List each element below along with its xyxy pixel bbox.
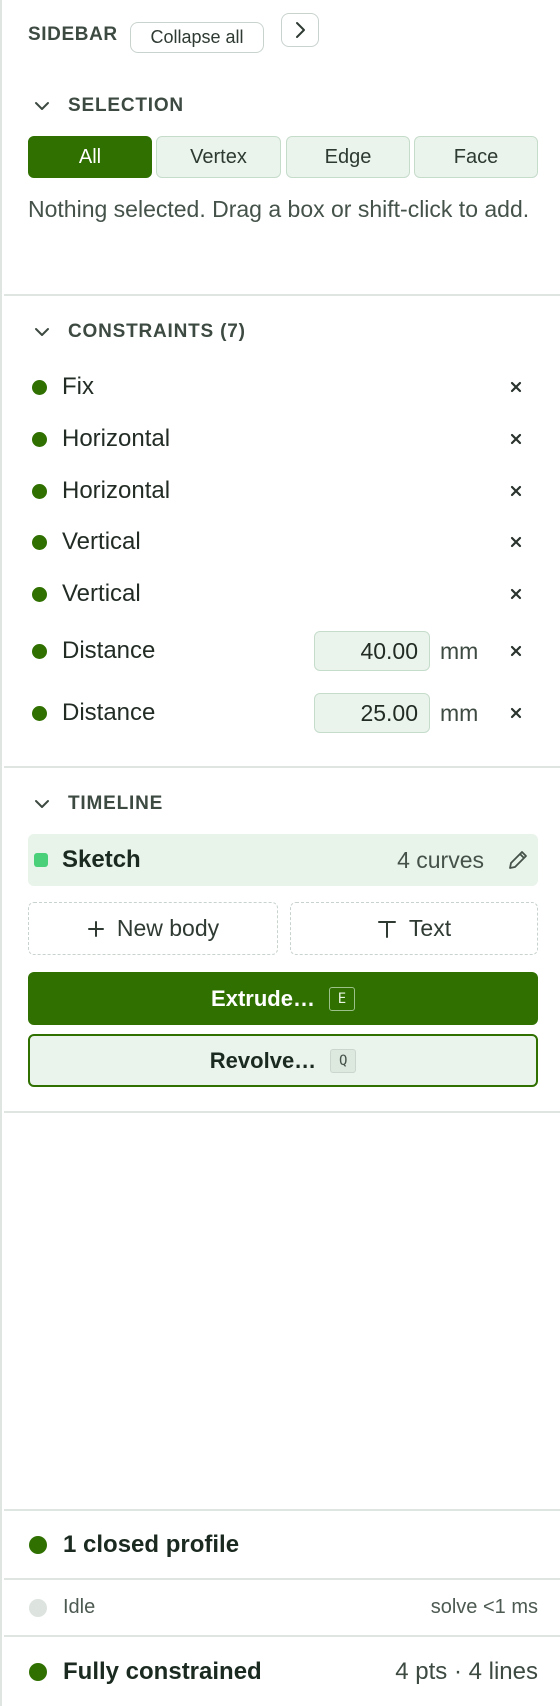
chevron-right-icon (296, 22, 305, 38)
chevron-down-icon (30, 94, 54, 118)
distance-value-input[interactable] (314, 693, 430, 733)
remove-constraint-button[interactable] (504, 530, 528, 554)
close-icon (510, 536, 522, 548)
constraint-label: Horizontal (62, 425, 171, 452)
selection-hint: Nothing selected. Drag a box or shift-cl… (28, 196, 530, 222)
shortcut-key: E (328, 986, 355, 1011)
sidebar-title: SIDEBAR (28, 24, 118, 45)
section-divider (4, 766, 560, 768)
pencil-icon[interactable] (506, 848, 530, 872)
close-icon (510, 645, 522, 657)
selection-section-header[interactable]: SELECTION (30, 94, 184, 118)
constraint-status-bar: Fully constrained 4 pts · 4 lines (4, 1637, 560, 1706)
close-icon (510, 381, 522, 393)
extrude-button[interactable]: Extrude… E (28, 972, 538, 1025)
status-dot (29, 1535, 47, 1554)
constraints-heading: CONSTRAINTS (7) (68, 321, 246, 342)
expand-panel-button[interactable] (281, 13, 319, 47)
remove-constraint-button[interactable] (504, 375, 528, 399)
remove-constraint-button[interactable] (504, 701, 528, 725)
profile-status: 1 closed profile (63, 1530, 240, 1558)
timeline-item-name: Sketch (62, 846, 141, 873)
sidebar-panel: SIDEBAR Collapse all SELECTION All Verte… (0, 0, 560, 1706)
chevron-down-icon (30, 320, 54, 344)
unit-label: mm (440, 700, 479, 726)
solver-state: Idle (63, 1596, 96, 1618)
constraint-row: Fix (28, 367, 528, 407)
new-body-label: New body (116, 915, 220, 941)
constraints-section-header[interactable]: CONSTRAINTS (7) (30, 320, 246, 344)
timeline-heading: TIMELINE (68, 793, 164, 814)
section-divider (4, 294, 560, 296)
close-icon (510, 485, 522, 497)
status-dot (32, 483, 47, 499)
selection-heading: SELECTION (68, 95, 184, 116)
timeline-item-meta: 4 curves (397, 847, 484, 873)
remove-constraint-button[interactable] (504, 427, 528, 451)
selection-mode-vertex[interactable]: Vertex (156, 136, 281, 178)
selection-mode-all[interactable]: All (28, 136, 152, 178)
constraint-row: Vertical (28, 522, 528, 562)
text-button[interactable]: Text (290, 902, 538, 955)
status-dot (32, 379, 47, 395)
collapse-all-button[interactable]: Collapse all (130, 22, 264, 53)
sketch-color-marker (34, 853, 48, 867)
constraint-label: Distance (62, 699, 156, 726)
text-label: Text (408, 915, 452, 941)
revolve-button[interactable]: Revolve… Q (28, 1034, 538, 1087)
remove-constraint-button[interactable] (504, 639, 528, 663)
constraint-row: Distance mm (28, 693, 528, 733)
constraint-label: Vertical (62, 528, 141, 555)
timeline-section-header[interactable]: TIMELINE (30, 792, 163, 816)
solver-status-bar: Idle solve <1 ms (4, 1580, 560, 1635)
status-dot (32, 643, 47, 659)
solve-time: solve <1 ms (430, 1596, 538, 1618)
revolve-label: Revolve… (209, 1047, 317, 1073)
constraint-label: Horizontal (62, 477, 171, 504)
remove-constraint-button[interactable] (504, 479, 528, 503)
close-icon (510, 588, 522, 600)
plus-icon (87, 920, 105, 938)
status-dot (32, 534, 47, 550)
new-body-button[interactable]: New body (28, 902, 278, 955)
selection-mode-face[interactable]: Face (414, 136, 538, 178)
constraint-label: Distance (62, 637, 156, 664)
chevron-down-icon (30, 792, 54, 816)
constraint-row: Horizontal (28, 419, 528, 459)
constraint-status: Fully constrained (63, 1657, 262, 1685)
text-icon (377, 919, 397, 939)
close-icon (510, 433, 522, 445)
sketch-counts: 4 pts · 4 lines (395, 1657, 538, 1685)
constraint-label: Fix (62, 373, 94, 400)
constraint-label: Vertical (62, 580, 141, 607)
status-dot (32, 586, 47, 602)
status-dot (32, 431, 47, 447)
unit-label: mm (440, 638, 479, 664)
close-icon (510, 707, 522, 719)
status-dot (29, 1662, 47, 1681)
section-divider (4, 1111, 560, 1113)
constraint-row: Vertical (28, 574, 528, 614)
timeline-item-sketch[interactable]: Sketch 4 curves (28, 834, 538, 886)
remove-constraint-button[interactable] (504, 582, 528, 606)
status-dot (32, 705, 47, 721)
profile-status-bar: 1 closed profile (4, 1511, 560, 1578)
extrude-label: Extrude… (211, 985, 315, 1011)
distance-value-input[interactable] (314, 631, 430, 671)
shortcut-key: Q (330, 1048, 357, 1073)
selection-mode-edge[interactable]: Edge (286, 136, 410, 178)
status-dot (29, 1598, 47, 1617)
constraint-row: Horizontal (28, 471, 528, 511)
constraint-row: Distance mm (28, 631, 528, 671)
